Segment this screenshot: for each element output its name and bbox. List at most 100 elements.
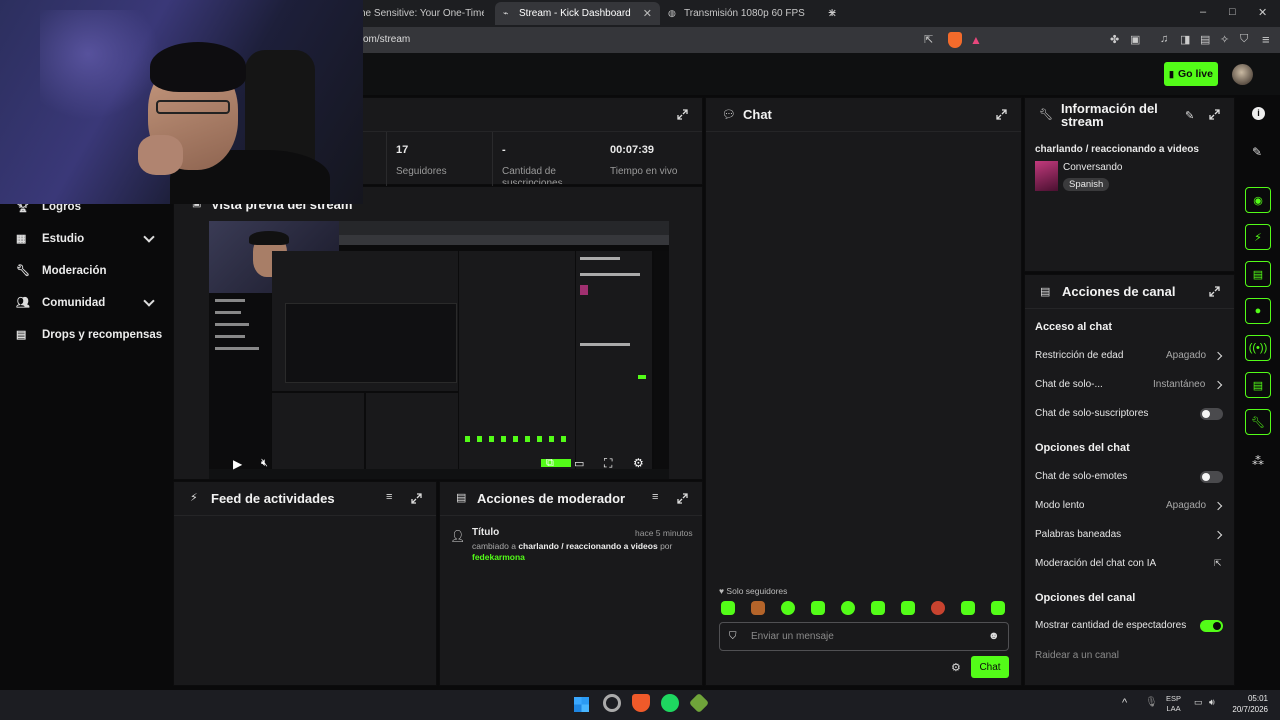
category-name[interactable]: Conversando — [1063, 162, 1122, 173]
go-live-button[interactable]: ▮ Go live — [1164, 62, 1218, 86]
chat-input[interactable]: ⛉ Enviar un mensaje ☻ — [719, 622, 1009, 651]
expand-icon[interactable] — [411, 493, 422, 504]
filter-icon[interactable]: ≡ — [652, 491, 658, 503]
ai-moderation-label[interactable]: Moderación del chat con IA — [1035, 558, 1156, 569]
emote-icon[interactable] — [841, 601, 855, 615]
volume-icon[interactable]: 🔊︎ — [1209, 697, 1215, 708]
mute-icon[interactable]: 🔇︎ — [261, 457, 268, 470]
raid-channel-label[interactable]: Raidear a un canal — [1035, 650, 1119, 661]
sidebar-item-comunidad[interactable]: 👥︎ Comunidad — [16, 296, 105, 310]
expand-icon[interactable] — [677, 109, 688, 120]
menu-icon[interactable]: ≡ — [1262, 32, 1270, 47]
chevron-right-icon[interactable] — [1213, 501, 1223, 511]
screenshot-icon[interactable]: ▣ — [1130, 33, 1140, 46]
stream-title: charlando / reaccionando a videos — [1035, 144, 1199, 155]
expand-icon[interactable] — [1209, 286, 1220, 297]
rail-mod-button[interactable]: ▤ — [1245, 372, 1271, 398]
chat-settings-icon[interactable]: ⚙ — [951, 661, 961, 674]
rail-broadcast-button[interactable]: ((•)) — [1245, 335, 1271, 361]
wallet-icon[interactable]: ▤ — [1200, 33, 1210, 46]
drops-icon: ▤ — [16, 329, 27, 341]
new-tab-button[interactable]: + — [828, 4, 836, 20]
rail-notes-button[interactable]: ▤ — [1245, 261, 1271, 287]
pip-icon[interactable]: ⧉ — [546, 457, 554, 470]
chevron-down-icon[interactable] — [143, 295, 155, 307]
clock[interactable]: 05:01 20/7/2026 — [1228, 693, 1268, 715]
tray-chevron-up-icon[interactable]: ^ — [1122, 697, 1127, 709]
browser-tab-kick-dashboard[interactable]: ⌁ Stream - Kick Dashboard ✕ — [495, 2, 660, 25]
sidebar-toggle-icon[interactable]: ◨ — [1180, 33, 1190, 46]
emotes-only-toggle[interactable] — [1200, 471, 1223, 483]
vpn-icon[interactable]: ⛉ — [1240, 33, 1248, 46]
emote-icon[interactable] — [991, 601, 1005, 615]
chat-send-button[interactable]: Chat — [971, 656, 1009, 678]
browser-tab-hbo[interactable]: ne Sensitive: Your One-Time HBO I — [352, 2, 492, 25]
leo-ai-icon[interactable]: ✧ — [1220, 33, 1229, 46]
rail-chat-button[interactable]: ● — [1245, 298, 1271, 324]
filter-icon[interactable]: ≡ — [386, 491, 392, 503]
external-link-icon[interactable]: ⇱ — [1214, 558, 1222, 569]
spotify-icon[interactable] — [661, 694, 679, 712]
connections-icon[interactable]: ⁂ — [1252, 454, 1264, 468]
brave-shield-icon[interactable] — [948, 32, 962, 48]
rail-camera-button[interactable]: ◉ — [1245, 187, 1271, 213]
windows-start-icon[interactable] — [573, 696, 590, 713]
expand-icon[interactable] — [996, 109, 1007, 120]
lightning-icon: ⚡︎ — [1254, 231, 1262, 244]
chevron-right-icon[interactable] — [1213, 530, 1223, 540]
chevron-right-icon[interactable] — [1213, 380, 1223, 390]
expand-icon[interactable] — [1209, 109, 1220, 120]
emote-icon[interactable] — [721, 601, 735, 615]
emote-icon[interactable] — [751, 601, 765, 615]
emote-icon[interactable] — [781, 601, 795, 615]
language-indicator[interactable]: ESP LAA — [1166, 694, 1181, 714]
banned-words-label[interactable]: Palabras baneadas — [1035, 529, 1121, 540]
user-avatar[interactable] — [1232, 64, 1253, 85]
sidebar-item-drops[interactable]: ▤ Drops y recompensas — [16, 328, 162, 342]
sidebar-item-moderacion[interactable]: 🔧︎ Moderación — [16, 264, 107, 278]
maximize-button[interactable]: □ — [1229, 6, 1236, 18]
chevron-right-icon[interactable] — [1213, 351, 1223, 361]
media-icon[interactable]: ♫ — [1160, 33, 1168, 45]
rail-lightning-button[interactable]: ⚡︎ — [1245, 224, 1271, 250]
nested-rail — [654, 251, 669, 476]
chevron-down-icon[interactable] — [143, 231, 155, 243]
network-icon[interactable]: ▭ — [1194, 697, 1203, 708]
solo-chat-label[interactable]: Chat de solo-... — [1035, 379, 1103, 390]
extensions-icon[interactable]: ✤ — [1110, 33, 1119, 46]
followers-only-notice: ♥ Solo seguidores — [719, 586, 787, 596]
close-tab-icon[interactable]: ✕ — [643, 7, 652, 20]
viewer-count-toggle[interactable] — [1200, 620, 1223, 632]
url-text[interactable]: com/stream — [358, 34, 410, 45]
mod-entry-user[interactable]: fedekarmona — [472, 552, 525, 562]
emoji-icon[interactable]: ☻ — [988, 630, 1000, 642]
emote-icon[interactable] — [961, 601, 975, 615]
theater-icon[interactable]: ▭ — [574, 457, 584, 470]
emote-icon[interactable] — [871, 601, 885, 615]
play-icon[interactable]: ▶ — [233, 457, 242, 471]
close-window-button[interactable]: ✕ — [1258, 6, 1267, 19]
minimize-button[interactable]: – — [1200, 6, 1206, 18]
emote-icon[interactable] — [901, 601, 915, 615]
stream-preview-video[interactable]: ▶ 🔇︎ ⧉ ▭ ⛶ ⚙ — [209, 221, 669, 479]
edit-pencil-icon[interactable]: ✎ — [1252, 145, 1262, 159]
age-restriction-label[interactable]: Restricción de edad — [1035, 350, 1123, 361]
expand-icon[interactable] — [677, 493, 688, 504]
browser-tab-transmision[interactable]: ◍ Transmisión 1080p 60 FPS ✕ — [660, 2, 845, 25]
fullscreen-icon[interactable]: ⛶ — [604, 456, 612, 471]
rail-wrench-button[interactable]: 🔧︎ — [1245, 409, 1271, 435]
info-icon[interactable]: i — [1252, 107, 1265, 120]
slow-mode-label[interactable]: Modo lento — [1035, 500, 1084, 511]
obs-icon[interactable] — [603, 694, 621, 712]
edit-pencil-icon[interactable]: ✎ — [1185, 109, 1194, 122]
emote-icon[interactable] — [931, 601, 945, 615]
brave-browser-icon[interactable] — [632, 694, 650, 712]
mic-icon[interactable]: 🎙︎ — [1145, 697, 1158, 708]
share-icon[interactable]: ⇱ — [924, 33, 933, 46]
brave-rewards-icon[interactable]: ▲ — [970, 33, 982, 47]
subs-only-toggle[interactable] — [1200, 408, 1223, 420]
sidebar-item-estudio[interactable]: ▦ Estudio — [16, 232, 84, 246]
emote-icon[interactable] — [811, 601, 825, 615]
settings-gear-icon[interactable]: ⚙ — [633, 456, 644, 470]
webcam-glasses — [156, 100, 230, 114]
